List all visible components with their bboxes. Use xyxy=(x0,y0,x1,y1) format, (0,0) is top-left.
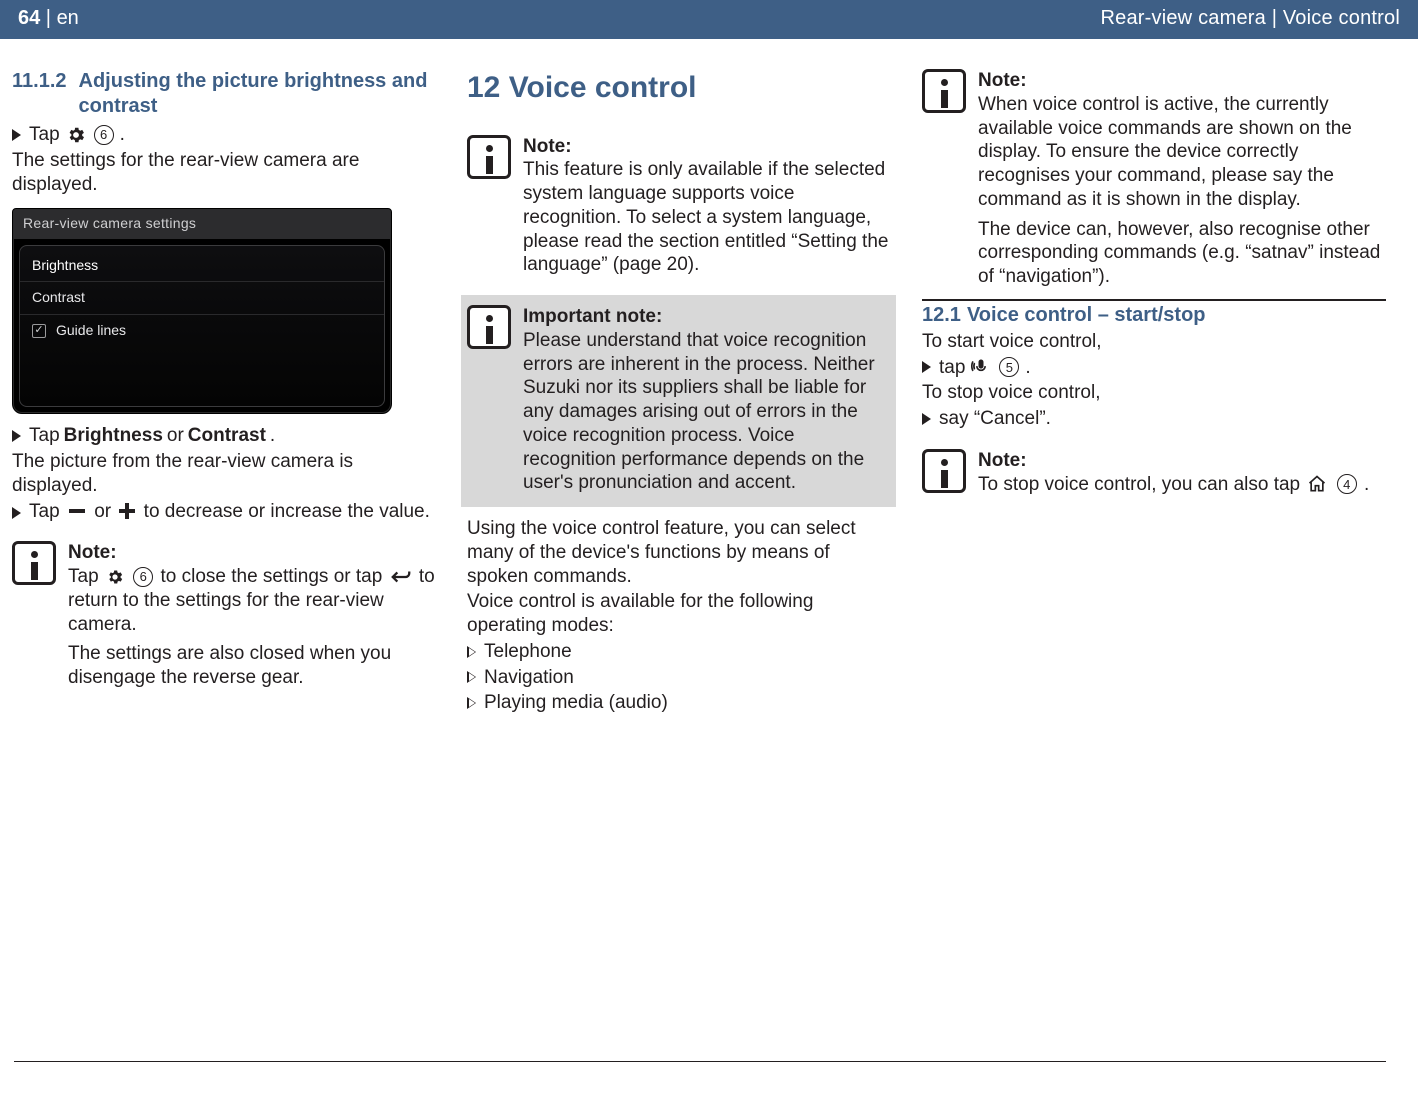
column-2: 12 Voice control Note: This feature is o… xyxy=(467,69,890,715)
screenshot-row-contrast: Contrast xyxy=(20,282,384,315)
circled-5-icon: 5 xyxy=(999,357,1019,377)
settings-screenshot: Rear-view camera settings Brightness Con… xyxy=(12,208,392,414)
screenshot-title: Rear-view camera settings xyxy=(13,209,391,239)
info-icon xyxy=(467,135,511,179)
paragraph: To stop voice control, xyxy=(922,381,1386,405)
gear-icon xyxy=(106,568,124,586)
note-body: When voice control is active, the curren… xyxy=(978,93,1386,212)
checkbox-icon: ✓ xyxy=(32,324,46,338)
step-say-cancel: say “Cancel”. xyxy=(922,407,1386,431)
triangle-icon xyxy=(922,361,931,373)
note-title: Important note: xyxy=(523,305,890,329)
screenshot-panel: Brightness Contrast ✓ Guide lines xyxy=(19,245,385,408)
triangle-icon xyxy=(12,129,21,141)
modes-list: Telephone Navigation Playing media (audi… xyxy=(467,640,890,715)
heading-12: 12 Voice control xyxy=(467,69,890,107)
info-icon xyxy=(922,69,966,113)
circled-6-icon: 6 xyxy=(133,567,153,587)
home-icon xyxy=(1307,474,1327,494)
paragraph: The settings for the rear-view camera ar… xyxy=(12,149,435,197)
important-note-box: Important note: Please understand that v… xyxy=(461,295,896,507)
step-tap-minus-plus: Tap or to decrease or increase the value… xyxy=(12,500,435,524)
paragraph: Using the voice control feature, you can… xyxy=(467,517,890,588)
note-body-2: The device can, however, also recognise … xyxy=(978,218,1386,289)
page-body: 11.1.2 Adjusting the picture brightness … xyxy=(0,39,1418,715)
header-left: 64 | en xyxy=(18,6,79,31)
info-icon xyxy=(467,305,511,349)
note-title: Note: xyxy=(523,135,890,159)
note-box: Note: To stop voice control, you can als… xyxy=(922,449,1386,497)
voice-icon xyxy=(971,357,991,377)
note-title: Note: xyxy=(978,69,1386,93)
info-icon xyxy=(12,541,56,585)
plus-icon xyxy=(118,502,136,520)
note-body: This feature is only available if the se… xyxy=(523,158,890,277)
note-box: Note: This feature is only available if … xyxy=(467,135,890,278)
note-title: Note: xyxy=(68,541,435,565)
step-tap-brightness-contrast: Tap Brightness or Contrast . xyxy=(12,424,435,448)
minus-icon xyxy=(67,505,87,517)
paragraph: The picture from the rear-view camera is… xyxy=(12,450,435,498)
list-item: Telephone xyxy=(467,640,890,664)
screenshot-row-guidelines: ✓ Guide lines xyxy=(20,315,384,347)
page-header: 64 | en Rear-view camera | Voice control xyxy=(0,0,1418,39)
column-1: 11.1.2 Adjusting the picture brightness … xyxy=(12,69,435,715)
list-item: Navigation xyxy=(467,666,890,690)
paragraph: To start voice control, xyxy=(922,330,1386,354)
screenshot-row-brightness: Brightness xyxy=(20,250,384,283)
circled-4-icon: 4 xyxy=(1337,474,1357,494)
back-arrow-icon xyxy=(390,569,412,585)
column-3: Note: When voice control is active, the … xyxy=(922,69,1386,715)
note-box: Note: Tap 6 to close the settings or tap… xyxy=(12,541,435,690)
triangle-icon xyxy=(12,430,21,442)
note-body: To stop voice control, you can also tap … xyxy=(978,473,1386,497)
page-number: 64 xyxy=(18,7,40,29)
heading-12-1: 12.1Voice control – start/stop xyxy=(922,299,1386,328)
gear-icon xyxy=(66,125,86,145)
note-body-2: The settings are also closed when you di… xyxy=(68,642,435,690)
triangle-icon xyxy=(922,413,931,425)
footer-rule xyxy=(14,1061,1386,1062)
hollow-triangle-icon xyxy=(467,646,476,658)
paragraph: Voice control is available for the follo… xyxy=(467,590,890,638)
step-tap-gear-6: Tap 6 . xyxy=(12,123,435,147)
list-item: Playing media (audio) xyxy=(467,691,890,715)
step-tap-voice-5: tap 5 . xyxy=(922,356,1386,380)
note-body: Tap 6 to close the settings or tap to re… xyxy=(68,565,435,636)
hollow-triangle-icon xyxy=(467,671,476,683)
note-box: Note: When voice control is active, the … xyxy=(922,69,1386,289)
triangle-icon xyxy=(12,507,21,519)
note-body: Please understand that voice recognition… xyxy=(523,329,890,495)
note-title: Note: xyxy=(978,449,1386,473)
info-icon xyxy=(922,449,966,493)
heading-11-1-2: 11.1.2 Adjusting the picture brightness … xyxy=(12,69,435,119)
circled-6-icon: 6 xyxy=(94,125,114,145)
hollow-triangle-icon xyxy=(467,697,476,709)
header-lang: en xyxy=(57,7,79,29)
header-right: Rear-view camera | Voice control xyxy=(1101,6,1401,31)
